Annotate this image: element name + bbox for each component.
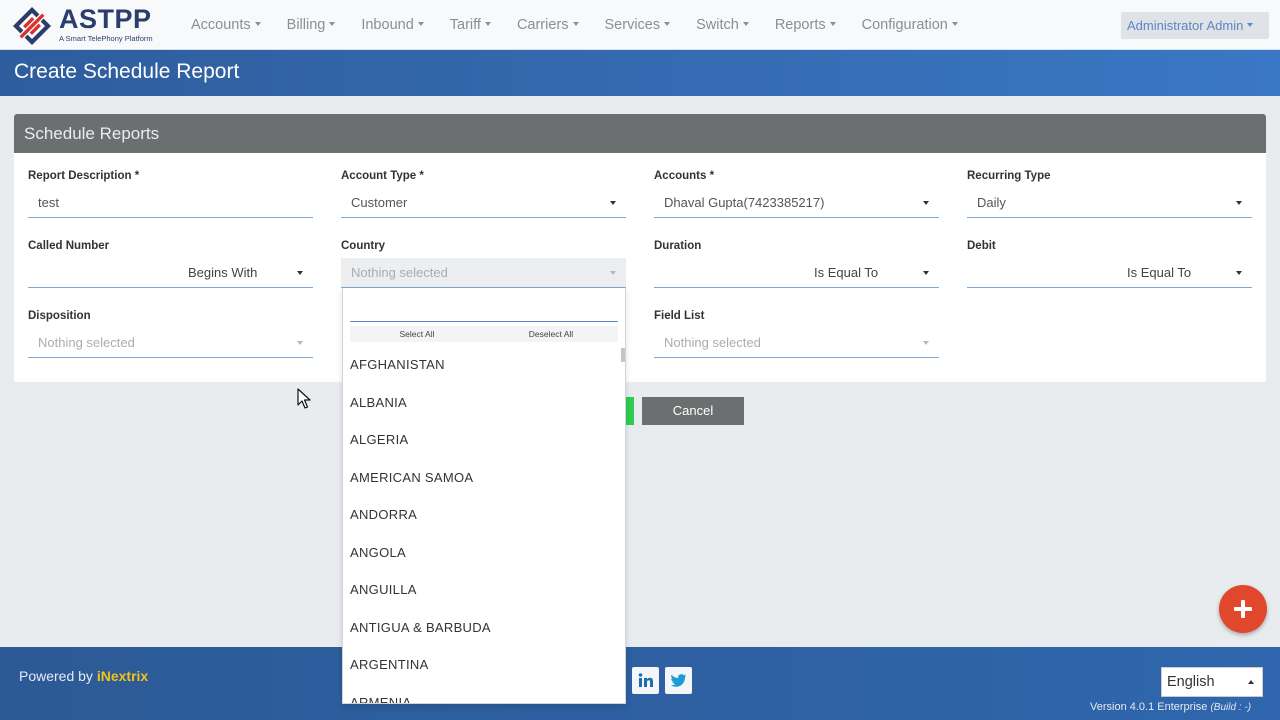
footer: Powered by iNextrix English Version 4.0.… xyxy=(0,647,1280,720)
version-text: Version 4.0.1 Enterprise (Build : -) xyxy=(1090,701,1252,713)
top-navbar: ASTPP A Smart TelePhony Platform Account… xyxy=(0,0,1280,50)
cancel-button[interactable]: Cancel xyxy=(642,397,744,425)
astpp-logo[interactable]: ASTPP A Smart TelePhony Platform xyxy=(12,4,172,46)
linkedin-icon[interactable] xyxy=(632,667,659,694)
country-label: Country xyxy=(341,240,386,252)
disposition-label: Disposition xyxy=(28,310,91,322)
page-title-bar: Create Schedule Report xyxy=(0,50,1280,96)
country-option[interactable]: ARMENIA xyxy=(343,684,619,704)
chevron-down-icon xyxy=(1236,201,1242,205)
country-option[interactable]: ARGENTINA xyxy=(343,646,619,684)
chevron-down-icon xyxy=(664,22,671,26)
country-option[interactable]: ANGOLA xyxy=(343,534,619,572)
chevron-down-icon xyxy=(610,201,616,205)
chevron-down-icon xyxy=(254,22,261,26)
country-option[interactable]: ANTIGUA & BARBUDA xyxy=(343,609,619,647)
deselect-all-button[interactable]: Deselect All xyxy=(484,326,618,342)
recurring-type-label: Recurring Type xyxy=(967,170,1051,182)
country-options-list: AFGHANISTAN ALBANIA ALGERIA AMERICAN SAM… xyxy=(343,346,619,704)
menu-services[interactable]: Services xyxy=(592,0,684,50)
linkedin-glyph xyxy=(638,673,653,687)
account-type-label: Account Type * xyxy=(341,170,424,182)
chevron-down-icon xyxy=(610,271,616,275)
country-option[interactable]: ALGERIA xyxy=(343,421,619,459)
duration-input[interactable]: Is Equal To xyxy=(654,258,939,288)
chevron-down-icon xyxy=(923,271,929,275)
page-title: Create Schedule Report xyxy=(14,60,240,83)
debit-input[interactable]: Is Equal To xyxy=(967,258,1252,288)
called-number-label: Called Number xyxy=(28,240,110,252)
country-dropdown-menu: Select All Deselect All AFGHANISTAN ALBA… xyxy=(342,288,626,704)
debit-label: Debit xyxy=(967,240,996,252)
chevron-down-icon xyxy=(1247,23,1254,27)
accounts-select[interactable]: Dhaval Gupta(7423385217) xyxy=(654,188,939,218)
menu-accounts[interactable]: Accounts xyxy=(178,0,274,50)
chevron-down-icon xyxy=(829,22,836,26)
field-list-label: Field List xyxy=(654,310,705,322)
menu-carriers[interactable]: Carriers xyxy=(504,0,592,50)
account-type-select[interactable]: Customer xyxy=(341,188,626,218)
chevron-down-icon xyxy=(923,341,929,345)
menu-reports[interactable]: Reports xyxy=(762,0,849,50)
chevron-down-icon xyxy=(742,22,749,26)
logo-tagline: A Smart TelePhony Platform xyxy=(59,34,153,43)
field-list-select[interactable]: Nothing selected xyxy=(654,328,939,358)
chevron-down-icon xyxy=(923,201,929,205)
country-option[interactable]: AFGHANISTAN xyxy=(343,346,619,384)
add-fab-button[interactable] xyxy=(1219,585,1267,633)
country-option[interactable]: ANDORRA xyxy=(343,496,619,534)
panel-title: Schedule Reports xyxy=(14,114,1266,153)
powered-by: Powered by iNextrix xyxy=(19,668,149,684)
chevron-up-icon xyxy=(1248,680,1254,684)
chevron-down-icon xyxy=(417,22,424,26)
country-option[interactable]: ALBANIA xyxy=(343,384,619,422)
debit-operator-select[interactable]: Is Equal To xyxy=(1127,265,1191,280)
called-number-operator-select[interactable]: Begins With xyxy=(188,265,257,280)
chevron-down-icon xyxy=(297,341,303,345)
user-menu-button[interactable]: Administrator Admin xyxy=(1121,12,1269,39)
duration-label: Duration xyxy=(654,240,702,252)
language-select[interactable]: English xyxy=(1161,667,1263,697)
country-option[interactable]: ANGUILLA xyxy=(343,571,619,609)
country-select[interactable]: Nothing selected xyxy=(341,258,626,288)
menu-tariff[interactable]: Tariff xyxy=(437,0,504,50)
recurring-type-select[interactable]: Daily xyxy=(967,188,1252,218)
dropdown-scrollbar[interactable] xyxy=(621,348,625,362)
chevron-down-icon xyxy=(572,22,579,26)
country-bulk-actions: Select All Deselect All xyxy=(350,326,618,342)
twitter-glyph xyxy=(671,674,686,687)
chevron-down-icon xyxy=(297,271,303,275)
chevron-down-icon xyxy=(1236,271,1242,275)
logo-text: ASTPP xyxy=(59,4,152,34)
menu-switch[interactable]: Switch xyxy=(683,0,762,50)
chevron-down-icon xyxy=(329,22,336,26)
logo-mark-icon xyxy=(13,7,51,45)
report-description-label: Report Description * xyxy=(28,170,140,182)
chevron-down-icon xyxy=(951,22,958,26)
menu-inbound[interactable]: Inbound xyxy=(348,0,436,50)
chevron-down-icon xyxy=(484,22,491,26)
accounts-label: Accounts * xyxy=(654,170,715,182)
report-description-input[interactable]: test xyxy=(28,188,313,218)
twitter-icon[interactable] xyxy=(665,667,692,694)
duration-operator-select[interactable]: Is Equal To xyxy=(814,265,878,280)
select-all-button[interactable]: Select All xyxy=(350,326,484,342)
disposition-select[interactable]: Nothing selected xyxy=(28,328,313,358)
menu-billing[interactable]: Billing xyxy=(274,0,349,50)
country-option[interactable]: AMERICAN SAMOA xyxy=(343,459,619,497)
mouse-cursor-icon xyxy=(297,388,311,409)
menu-configuration[interactable]: Configuration xyxy=(849,0,971,50)
inextrix-link[interactable]: iNextrix xyxy=(97,668,148,684)
country-search-input[interactable] xyxy=(350,296,618,322)
main-menu: Accounts Billing Inbound Tariff Carriers… xyxy=(178,0,971,50)
called-number-input[interactable]: Begins With xyxy=(28,258,313,288)
